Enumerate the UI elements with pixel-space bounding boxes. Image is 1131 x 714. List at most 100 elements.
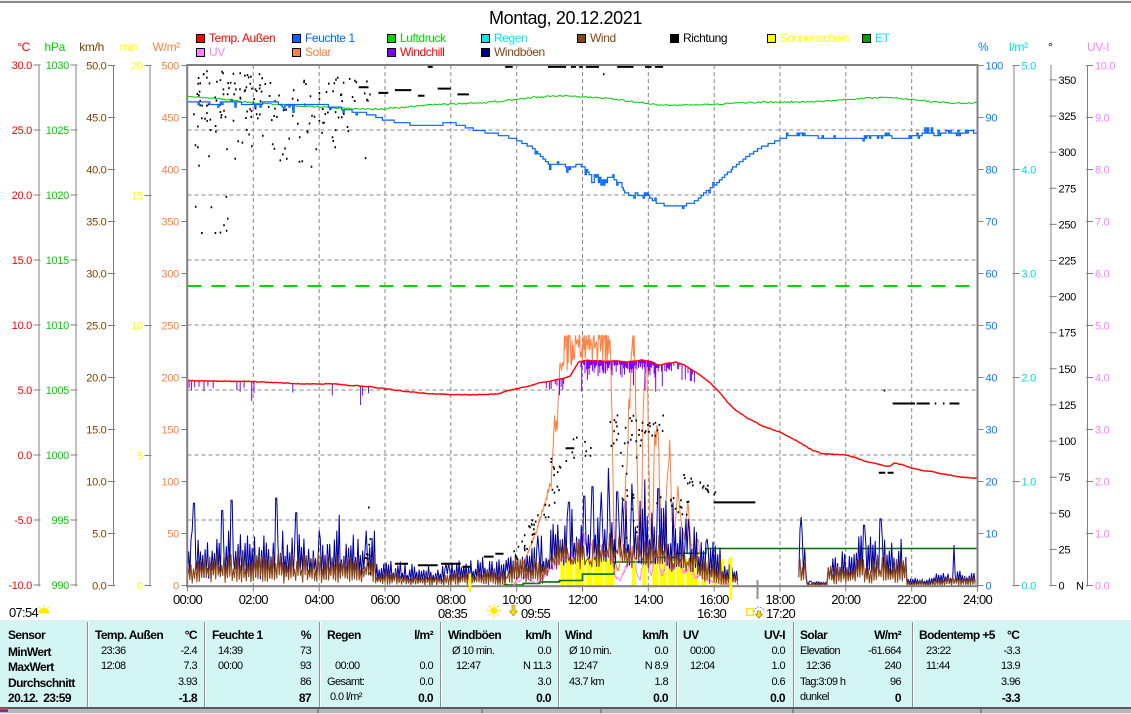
svg-text:08:00: 08:00 bbox=[436, 592, 466, 607]
svg-text:350: 350 bbox=[1059, 75, 1077, 87]
svg-text:10.0: 10.0 bbox=[12, 320, 32, 332]
svg-text:24:00: 24:00 bbox=[963, 592, 993, 607]
svg-text:06:00: 06:00 bbox=[370, 592, 400, 607]
svg-text:5.0: 5.0 bbox=[1095, 321, 1110, 333]
svg-text:25.0: 25.0 bbox=[12, 125, 32, 137]
svg-text:20.0: 20.0 bbox=[12, 190, 32, 202]
svg-text:150: 150 bbox=[1059, 364, 1077, 376]
svg-text:0: 0 bbox=[137, 581, 143, 593]
svg-text:50: 50 bbox=[1059, 508, 1071, 520]
svg-text:100: 100 bbox=[986, 61, 1004, 73]
svg-text:6.0: 6.0 bbox=[1095, 269, 1110, 281]
svg-text:10.0: 10.0 bbox=[86, 477, 106, 489]
svg-text:50: 50 bbox=[986, 321, 998, 333]
svg-text:2.0: 2.0 bbox=[1022, 373, 1037, 385]
svg-text:990: 990 bbox=[52, 580, 70, 592]
svg-text:5: 5 bbox=[137, 451, 143, 463]
svg-text:-5.0: -5.0 bbox=[14, 515, 32, 527]
svg-text:5.0: 5.0 bbox=[18, 385, 33, 397]
svg-text:1005: 1005 bbox=[46, 385, 69, 397]
svg-text:30.0: 30.0 bbox=[12, 60, 32, 72]
svg-text:3.0: 3.0 bbox=[1095, 425, 1110, 437]
svg-text:35.0: 35.0 bbox=[86, 217, 106, 229]
svg-text:18:00: 18:00 bbox=[765, 592, 795, 607]
svg-text:5.0: 5.0 bbox=[1022, 61, 1037, 73]
svg-text:350: 350 bbox=[162, 217, 180, 229]
svg-text:325: 325 bbox=[1059, 111, 1077, 123]
svg-text:9.0: 9.0 bbox=[1095, 113, 1110, 125]
svg-text:150: 150 bbox=[162, 425, 180, 437]
svg-text:10: 10 bbox=[986, 529, 998, 541]
svg-text:20.0: 20.0 bbox=[86, 373, 106, 385]
svg-text:275: 275 bbox=[1059, 183, 1077, 195]
svg-text:00:00: 00:00 bbox=[173, 592, 203, 607]
svg-text:20: 20 bbox=[131, 61, 143, 73]
svg-text:4.0: 4.0 bbox=[1022, 165, 1037, 177]
svg-text:225: 225 bbox=[1059, 256, 1077, 268]
svg-text:2.0: 2.0 bbox=[1095, 477, 1110, 489]
svg-text:45.0: 45.0 bbox=[86, 113, 106, 125]
svg-text:300: 300 bbox=[162, 269, 180, 281]
svg-text:1.0: 1.0 bbox=[1022, 477, 1037, 489]
svg-text:0: 0 bbox=[173, 581, 179, 593]
svg-text:-10.0: -10.0 bbox=[8, 580, 32, 592]
svg-text:0.0: 0.0 bbox=[92, 581, 107, 593]
svg-text:250: 250 bbox=[1059, 219, 1077, 231]
svg-text:70: 70 bbox=[986, 217, 998, 229]
svg-text:3.0: 3.0 bbox=[1022, 269, 1037, 281]
svg-text:60: 60 bbox=[986, 269, 998, 281]
svg-text:75: 75 bbox=[1059, 472, 1071, 484]
svg-text:1030: 1030 bbox=[46, 60, 69, 72]
svg-text:300: 300 bbox=[1059, 147, 1077, 159]
svg-text:0.0: 0.0 bbox=[18, 450, 33, 462]
svg-text:0.0: 0.0 bbox=[1095, 581, 1110, 593]
svg-text:450: 450 bbox=[162, 113, 180, 125]
svg-text:175: 175 bbox=[1059, 328, 1077, 340]
svg-text:100: 100 bbox=[162, 477, 180, 489]
svg-text:1020: 1020 bbox=[46, 190, 69, 202]
svg-text:8.0: 8.0 bbox=[1095, 165, 1110, 177]
svg-text:0: 0 bbox=[1059, 581, 1065, 593]
svg-text:25: 25 bbox=[1059, 544, 1071, 556]
svg-text:15.0: 15.0 bbox=[86, 425, 106, 437]
svg-text:16:00: 16:00 bbox=[700, 592, 730, 607]
svg-text:30: 30 bbox=[986, 425, 998, 437]
svg-text:10: 10 bbox=[131, 321, 143, 333]
svg-text:1.0: 1.0 bbox=[1095, 529, 1110, 541]
svg-text:0.0: 0.0 bbox=[1022, 581, 1037, 593]
svg-text:30.0: 30.0 bbox=[86, 269, 106, 281]
svg-text:125: 125 bbox=[1059, 400, 1077, 412]
svg-text:500: 500 bbox=[162, 61, 180, 73]
svg-text:15: 15 bbox=[131, 191, 143, 203]
svg-text:50.0: 50.0 bbox=[86, 61, 106, 73]
svg-text:50: 50 bbox=[167, 529, 179, 541]
svg-text:1025: 1025 bbox=[46, 125, 69, 137]
svg-text:0: 0 bbox=[986, 581, 992, 593]
svg-text:40.0: 40.0 bbox=[86, 165, 106, 177]
svg-text:5.0: 5.0 bbox=[92, 529, 107, 541]
svg-text:90: 90 bbox=[986, 113, 998, 125]
svg-text:4.0: 4.0 bbox=[1095, 373, 1110, 385]
svg-text:1010: 1010 bbox=[46, 320, 69, 332]
svg-text:10.0: 10.0 bbox=[1095, 61, 1115, 73]
svg-text:1000: 1000 bbox=[46, 450, 69, 462]
svg-text:200: 200 bbox=[162, 373, 180, 385]
svg-text:22:00: 22:00 bbox=[897, 592, 927, 607]
svg-text:40: 40 bbox=[986, 373, 998, 385]
svg-text:12:00: 12:00 bbox=[568, 592, 598, 607]
svg-text:400: 400 bbox=[162, 165, 180, 177]
svg-text:80: 80 bbox=[986, 165, 998, 177]
svg-text:100: 100 bbox=[1059, 436, 1077, 448]
svg-text:250: 250 bbox=[162, 321, 180, 333]
svg-text:25.0: 25.0 bbox=[86, 321, 106, 333]
svg-text:14:00: 14:00 bbox=[634, 592, 664, 607]
svg-text:N: N bbox=[1076, 581, 1084, 593]
svg-text:200: 200 bbox=[1059, 292, 1077, 304]
svg-text:995: 995 bbox=[52, 515, 70, 527]
svg-text:20:00: 20:00 bbox=[831, 592, 861, 607]
svg-text:20: 20 bbox=[986, 477, 998, 489]
svg-text:04:00: 04:00 bbox=[305, 592, 335, 607]
svg-text:02:00: 02:00 bbox=[239, 592, 269, 607]
svg-text:15.0: 15.0 bbox=[12, 255, 32, 267]
svg-text:7.0: 7.0 bbox=[1095, 217, 1110, 229]
